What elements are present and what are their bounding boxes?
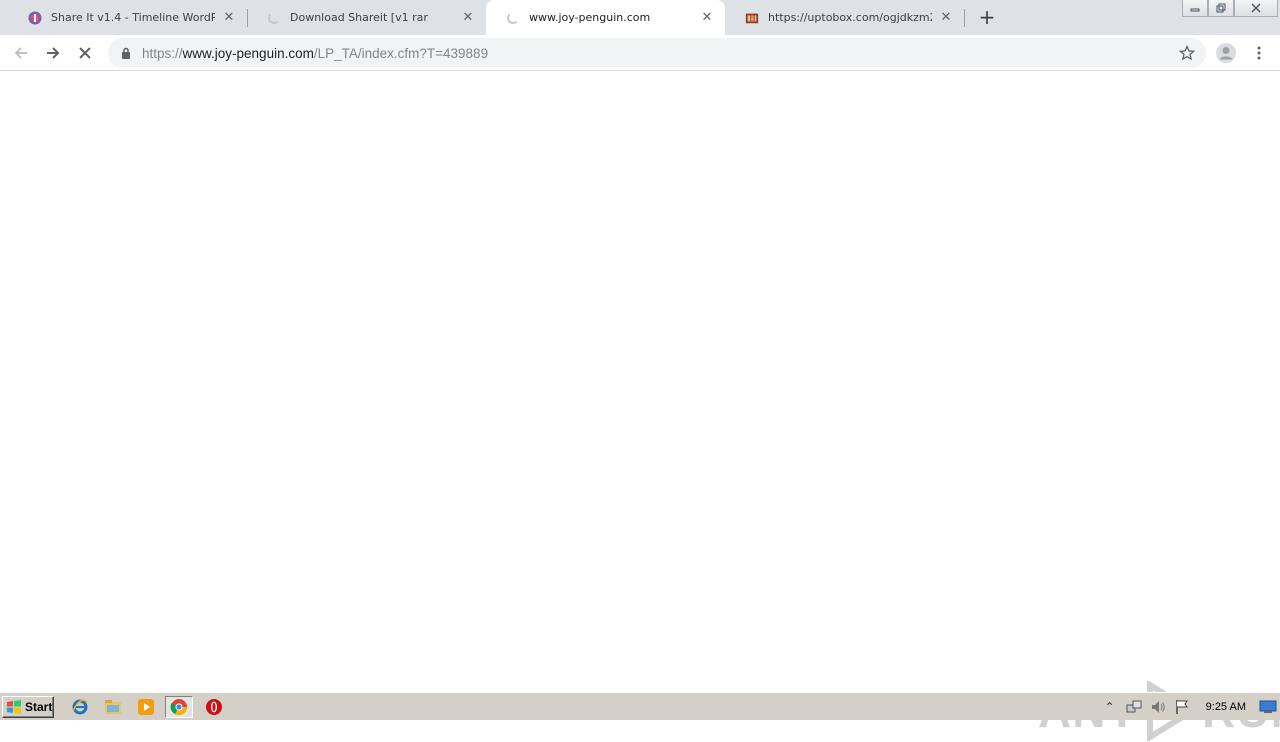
tab-uptobox[interactable]: https://uptobox.com/ogjdkzm25i1e ✕ <box>725 0 964 35</box>
stop-icon <box>79 47 91 59</box>
tab-joy-penguin[interactable]: www.joy-penguin.com ✕ <box>486 0 725 35</box>
show-hidden-icons-icon[interactable]: ⌃ <box>1100 697 1120 717</box>
new-tab-button[interactable]: + <box>976 5 998 29</box>
back-arrow-icon <box>14 47 27 59</box>
action-center-flag-icon[interactable] <box>1172 697 1192 717</box>
avatar-icon <box>1216 43 1236 63</box>
tab-title: Share It v1.4 - Timeline WordPress T <box>51 11 215 24</box>
url-text: https://www.joy-penguin.com/LP_TA/index.… <box>142 46 488 61</box>
address-bar[interactable]: https://www.joy-penguin.com/LP_TA/index.… <box>108 38 1206 68</box>
lock-icon[interactable] <box>120 46 132 60</box>
taskbar-clock[interactable]: 9:25 AM <box>1206 701 1246 713</box>
browser-toolbar: https://www.joy-penguin.com/LP_TA/index.… <box>0 35 1280 71</box>
show-desktop-icon[interactable] <box>1258 697 1278 717</box>
profile-button[interactable] <box>1213 40 1239 66</box>
media-player-icon[interactable] <box>135 697 157 717</box>
minimize-button[interactable] <box>1182 0 1208 17</box>
menu-button[interactable] <box>1246 40 1272 66</box>
tab-download-shareit[interactable]: Download Shareit [v1 rar ✕ <box>247 0 486 35</box>
close-icon[interactable]: ✕ <box>938 10 954 26</box>
close-icon <box>1251 3 1261 13</box>
close-icon[interactable]: ✕ <box>221 10 237 26</box>
uptobox-icon <box>745 11 759 25</box>
tab-title: https://uptobox.com/ogjdkzm25i1e <box>768 11 932 24</box>
windows-logo-icon <box>7 700 21 714</box>
tab-divider <box>964 9 965 27</box>
tab-strip: Share It v1.4 - Timeline WordPress T ✕ D… <box>0 0 1280 35</box>
tab-title: Download Shareit [v1 rar <box>290 11 428 24</box>
internet-explorer-icon[interactable] <box>69 697 91 717</box>
tab-share-it[interactable]: Share It v1.4 - Timeline WordPress T ✕ <box>8 0 247 35</box>
restore-button[interactable] <box>1208 0 1234 17</box>
network-icon[interactable] <box>1124 697 1144 717</box>
window-controls <box>1182 0 1278 18</box>
forward-arrow-icon <box>47 47 60 59</box>
loading-spinner-icon <box>267 11 281 25</box>
url-path: /LP_TA/index.cfm?T=439889 <box>313 45 489 61</box>
system-tray: ⌃ 9:25 AM <box>1100 695 1280 719</box>
volume-icon[interactable] <box>1148 697 1168 717</box>
chrome-icon[interactable] <box>165 696 193 718</box>
opera-icon[interactable] <box>203 697 225 717</box>
back-button[interactable] <box>8 40 34 66</box>
url-host: www.joy-penguin.com <box>182 45 314 61</box>
close-icon[interactable]: ✕ <box>699 10 715 26</box>
close-icon[interactable]: ✕ <box>460 10 476 26</box>
restore-icon <box>1216 3 1226 13</box>
close-window-button[interactable] <box>1234 0 1278 17</box>
page-viewport: ANY RUN <box>0 72 1280 741</box>
stop-loading-button[interactable] <box>72 40 98 66</box>
loading-spinner-icon <box>506 11 520 25</box>
wordpress-theme-icon <box>28 11 42 25</box>
more-vertical-icon <box>1257 46 1261 60</box>
file-explorer-icon[interactable] <box>102 697 124 717</box>
bookmark-star-icon[interactable] <box>1178 44 1196 62</box>
minimize-icon <box>1190 8 1200 12</box>
tab-title: www.joy-penguin.com <box>529 11 651 24</box>
windows-taskbar: Start ⌃ 9:25 AM <box>0 692 1280 720</box>
start-label: Start <box>25 700 53 714</box>
url-scheme: https:// <box>142 45 183 61</box>
forward-button[interactable] <box>40 40 66 66</box>
start-button[interactable]: Start <box>2 696 54 718</box>
